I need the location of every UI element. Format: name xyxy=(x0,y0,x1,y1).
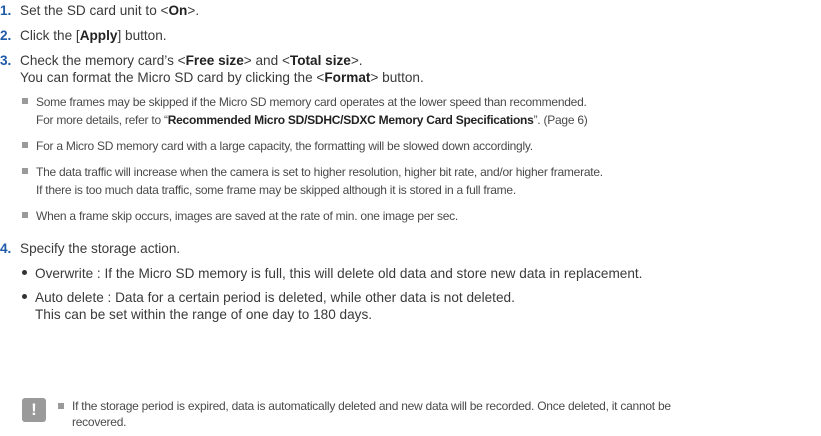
step-3-continuation: You can format the Micro SD card by clic… xyxy=(20,70,424,85)
note-speed: Some frames may be skipped if the Micro … xyxy=(22,94,588,128)
warning-note: If the storage period is expired, data i… xyxy=(58,398,671,430)
warning-icon: ! xyxy=(22,398,46,422)
step-3: 3. Check the memory card’s <Free size> an… xyxy=(0,53,363,68)
step-4: 4. Specify the storage action. xyxy=(0,241,181,256)
bullet-auto-delete: Auto delete : Data for a certain period … xyxy=(22,289,515,323)
bullet-overwrite: Overwrite : If the Micro SD memory is fu… xyxy=(22,265,642,282)
note-frame-skip: When a frame skip occurs, images are sav… xyxy=(22,208,458,224)
square-bullet-icon xyxy=(22,212,28,218)
square-bullet-icon xyxy=(22,98,28,104)
bullet-dot-icon xyxy=(22,270,27,275)
note-capacity: For a Micro SD memory card with a large … xyxy=(22,138,533,154)
square-bullet-icon xyxy=(22,168,28,174)
bullet-dot-icon xyxy=(22,294,27,299)
step-2: 2. Click the [Apply] button. xyxy=(0,28,167,43)
note-traffic: The data traffic will increase when the … xyxy=(22,164,603,198)
square-bullet-icon xyxy=(58,403,64,409)
square-bullet-icon xyxy=(22,142,28,148)
step-1: 1. Set the SD card unit to <On>. xyxy=(0,3,200,18)
